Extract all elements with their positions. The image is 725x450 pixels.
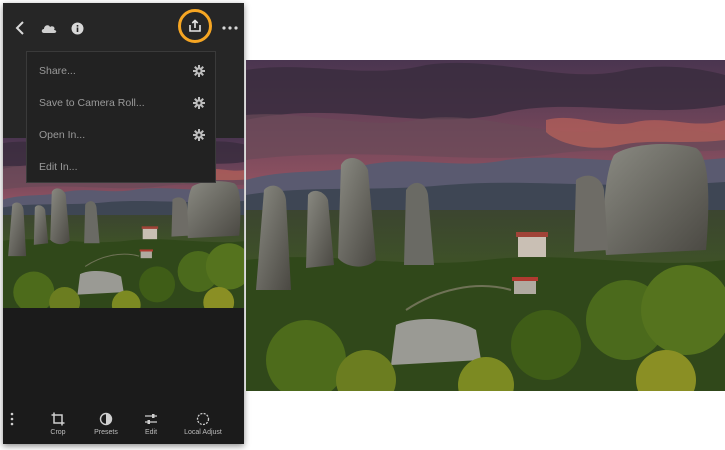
- tool-presets[interactable]: Presets: [87, 412, 125, 442]
- tool-crop[interactable]: Crop: [41, 412, 75, 442]
- tool-label: Presets: [94, 429, 118, 436]
- sliders-icon: [145, 414, 157, 424]
- crop-icon: [51, 412, 65, 426]
- menu-item-save-to-camera-roll[interactable]: Save to Camera Roll...: [27, 88, 215, 120]
- cloud-icon[interactable]: [38, 17, 60, 39]
- tool-label: Local Adjust: [184, 429, 222, 436]
- menu-item-label: Save to Camera Roll...: [39, 97, 145, 109]
- gear-icon[interactable]: [193, 129, 205, 141]
- app-panel: Share... Save to Camera Roll... Open In.…: [3, 3, 244, 444]
- menu-item-share[interactable]: Share...: [27, 56, 215, 88]
- tool-label: Edit: [144, 429, 158, 436]
- tool-label: Crop: [50, 429, 66, 436]
- photo-large: [246, 60, 725, 391]
- gear-icon[interactable]: [193, 65, 205, 77]
- export-menu: Share... Save to Camera Roll... Open In.…: [26, 51, 216, 183]
- tool-local-adjust[interactable]: Local Adjust: [179, 412, 227, 442]
- vertical-more-icon[interactable]: [8, 412, 16, 442]
- info-icon[interactable]: [66, 17, 88, 39]
- menu-item-edit-in[interactable]: Edit In...: [27, 152, 215, 184]
- menu-item-label: Share...: [39, 65, 76, 77]
- menu-item-label: Edit In...: [39, 161, 78, 173]
- more-dots-icon[interactable]: [219, 17, 241, 39]
- menu-item-label: Open In...: [39, 129, 86, 141]
- local-adjust-icon: [196, 412, 210, 426]
- bottom-toolbar: Crop Presets Edit Local Adjust: [3, 403, 244, 444]
- gear-icon[interactable]: [193, 97, 205, 109]
- top-toolbar: [3, 3, 244, 53]
- share-icon[interactable]: [184, 15, 206, 37]
- presets-icon: [99, 412, 113, 426]
- tool-edit[interactable]: Edit: [137, 412, 165, 442]
- back-chevron-icon[interactable]: [9, 17, 31, 39]
- menu-item-open-in[interactable]: Open In...: [27, 120, 215, 152]
